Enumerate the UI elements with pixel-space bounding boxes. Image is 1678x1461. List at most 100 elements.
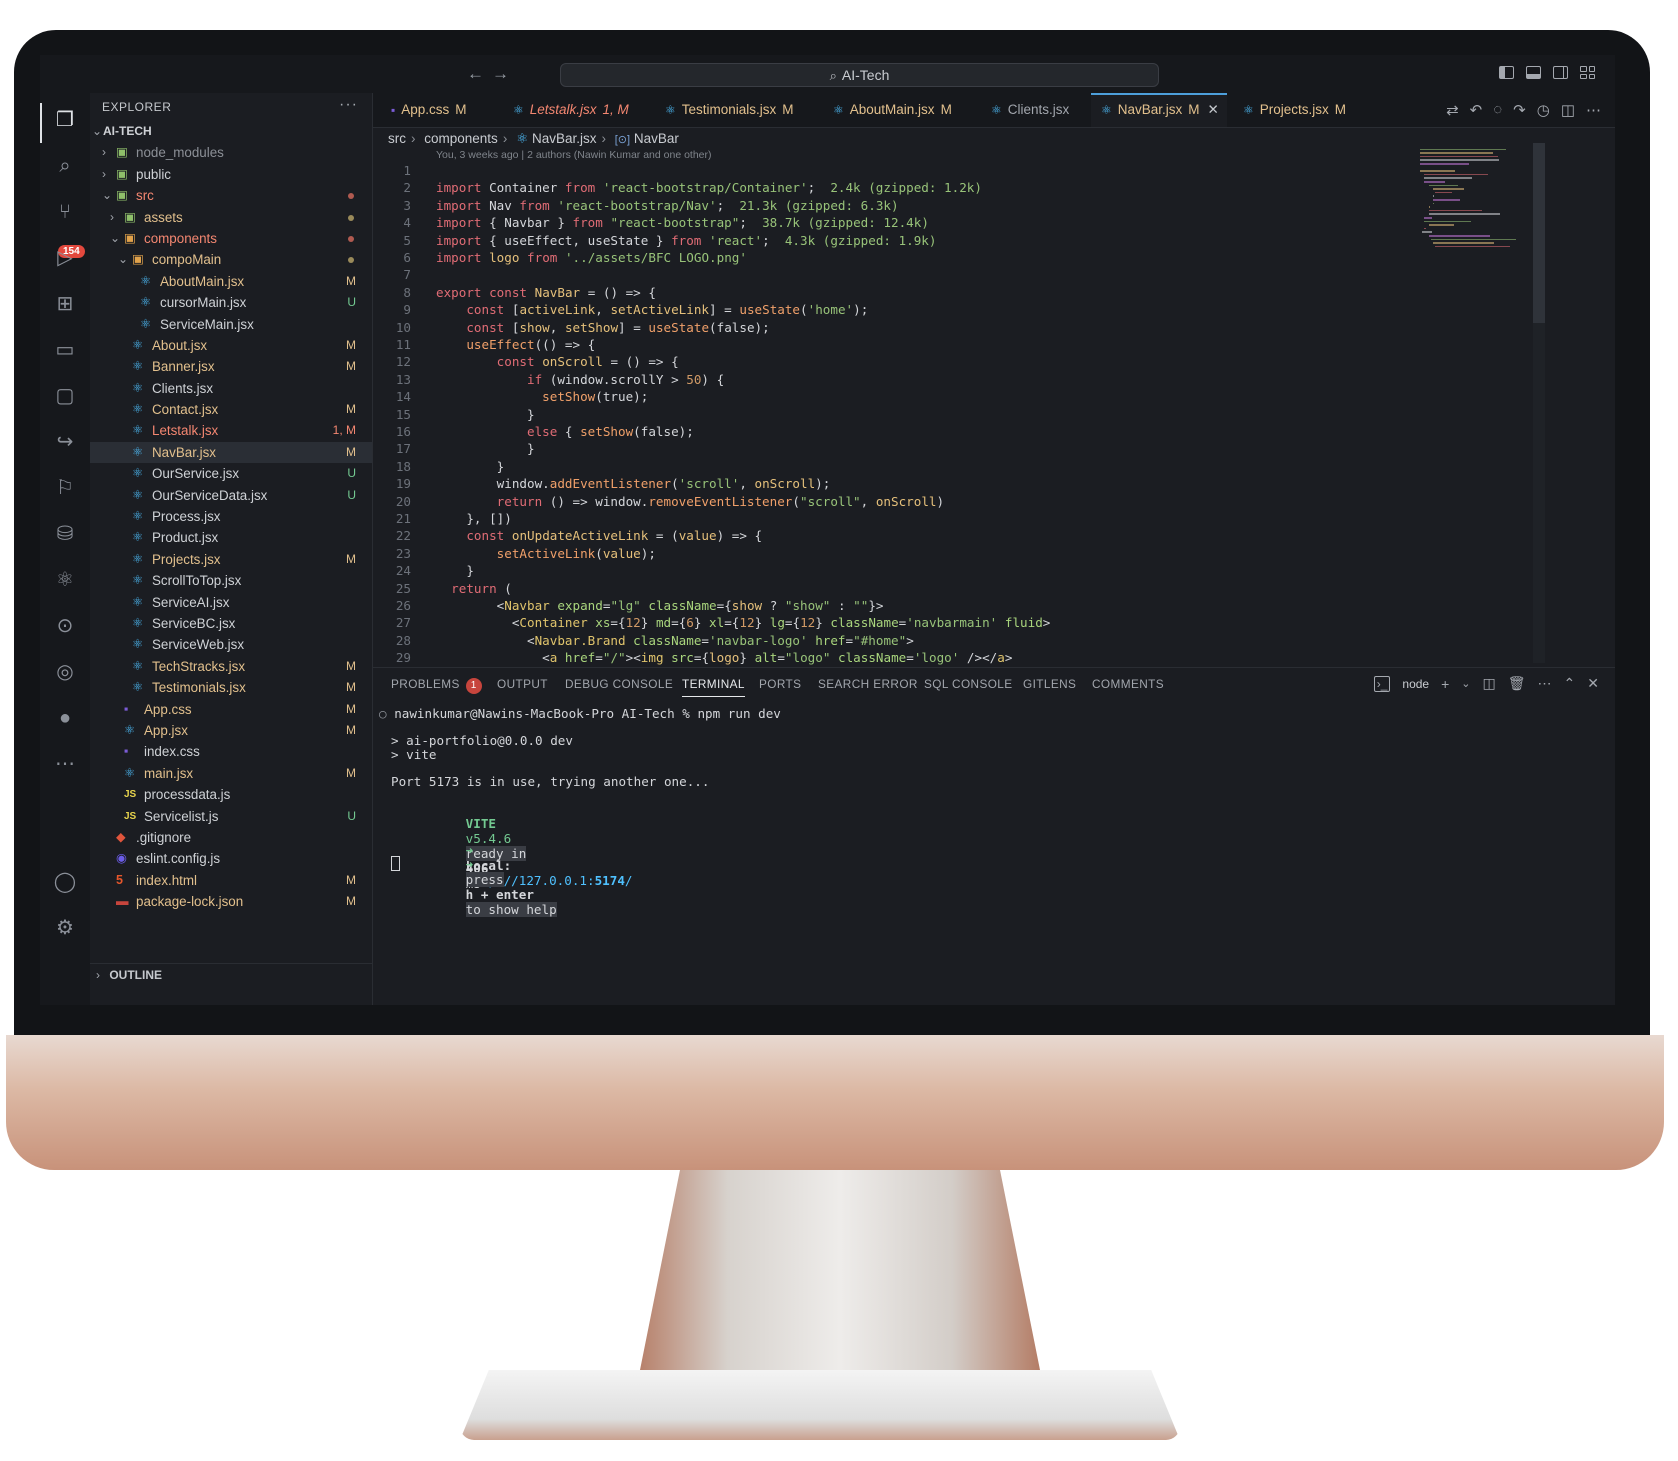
- toggle-panel-icon[interactable]: [1526, 66, 1541, 79]
- file-item[interactable]: ⚛ main.jsx M: [90, 763, 372, 784]
- compare-changes-icon[interactable]: ⇄: [1446, 101, 1459, 119]
- live-share-icon[interactable]: ↪: [52, 429, 78, 455]
- file-item[interactable]: ⚛ ServiceBC.jsx: [90, 613, 372, 634]
- project-root[interactable]: ⌄ AI-TECH: [90, 121, 372, 142]
- file-item[interactable]: ⚛ TechStracks.jsx M: [90, 656, 372, 677]
- editor-scrollbar[interactable]: [1533, 143, 1545, 663]
- file-item[interactable]: JS processdata.js: [90, 784, 372, 805]
- scrollbar-thumb[interactable]: [1533, 143, 1545, 323]
- go-back-icon[interactable]: ↶: [1470, 101, 1483, 119]
- explorer-more-icon[interactable]: ···: [339, 96, 358, 114]
- folder-item[interactable]: › ▣ public: [90, 164, 372, 185]
- file-item[interactable]: ⚛ Clients.jsx: [90, 378, 372, 399]
- editor-tab[interactable]: ⚛ Projects.jsx M: [1233, 93, 1368, 127]
- maximize-panel-icon[interactable]: ⌃: [1564, 675, 1576, 692]
- settings-gear-icon[interactable]: ⚙: [52, 915, 78, 941]
- editor-tab[interactable]: ⚛ Clients.jsx: [981, 93, 1099, 127]
- database-icon[interactable]: ⛁: [52, 521, 78, 547]
- panel-tab[interactable]: SQL CONSOLE: [924, 677, 1013, 691]
- file-item[interactable]: ⚛ Testimonials.jsx M: [90, 677, 372, 698]
- panel-tab[interactable]: PROBLEMS 1: [391, 677, 482, 694]
- customize-layout-icon[interactable]: [1580, 66, 1595, 79]
- file-item[interactable]: ⚛ ServiceAI.jsx: [90, 592, 372, 613]
- files-icon[interactable]: ❐: [52, 107, 78, 133]
- editor-tab[interactable]: ⚛ Testimonials.jsx M: [655, 93, 831, 127]
- editor-tab[interactable]: ⚛ NavBar.jsx M ✕: [1091, 93, 1227, 127]
- file-item[interactable]: ⚛ Process.jsx: [90, 506, 372, 527]
- timeline-icon[interactable]: ◌: [1493, 101, 1502, 119]
- folder-item[interactable]: ⌄ ▣ compoMain: [90, 249, 372, 270]
- file-item[interactable]: ⚛ Banner.jsx M: [90, 356, 372, 377]
- react-icon[interactable]: ⚛: [52, 567, 78, 593]
- close-icon[interactable]: ✕: [1208, 102, 1219, 117]
- toggle-secondary-sidebar-icon[interactable]: [1553, 66, 1568, 79]
- forward-arrow-icon[interactable]: →: [492, 64, 509, 84]
- file-item[interactable]: ⚛ cursorMain.jsx U: [90, 292, 372, 313]
- file-item[interactable]: ⚛ AboutMain.jsx M: [90, 271, 372, 292]
- folder-item[interactable]: › ▣ assets: [90, 207, 372, 228]
- command-center-search[interactable]: ⌕ AI-Tech: [560, 63, 1159, 87]
- panel-tab[interactable]: GITLENS: [1023, 677, 1076, 691]
- file-item[interactable]: JS Servicelist.js U: [90, 806, 372, 827]
- file-item[interactable]: ⚛ Projects.jsx M: [90, 549, 372, 570]
- editor-tab[interactable]: ⚛ Letstalk.jsx 1, M: [503, 93, 663, 127]
- folder-item[interactable]: › ▣ node_modules: [90, 142, 372, 163]
- close-panel-icon[interactable]: ✕: [1587, 675, 1599, 692]
- file-item[interactable]: ▪ App.css M: [90, 699, 372, 720]
- bookmarks-icon[interactable]: ⚐: [52, 475, 78, 501]
- file-item[interactable]: ⚛ Contact.jsx M: [90, 399, 372, 420]
- editor-tab[interactable]: ⚛ AboutMain.jsx M: [823, 93, 989, 127]
- toggle-primary-sidebar-icon[interactable]: [1499, 66, 1514, 79]
- git-history-icon[interactable]: ◷: [1537, 101, 1550, 119]
- file-item[interactable]: ◉ eslint.config.js: [90, 848, 372, 869]
- file-item[interactable]: ⚛ OurService.jsx U: [90, 463, 372, 484]
- panel-tab[interactable]: DEBUG CONSOLE: [565, 677, 673, 691]
- file-item[interactable]: ▪ index.css: [90, 741, 372, 762]
- account-icon[interactable]: ◯: [52, 869, 78, 895]
- breadcrumb-item[interactable]: src: [388, 131, 406, 146]
- file-item[interactable]: 5 index.html M: [90, 870, 372, 891]
- search-icon[interactable]: ⌕: [52, 153, 78, 179]
- file-item[interactable]: ⚛ Letstalk.jsx 1, M: [90, 420, 372, 441]
- gitlens-icon[interactable]: ◎: [52, 659, 78, 685]
- code-editor[interactable]: 1 2 import Container from 'react-bootstrap…: [373, 163, 1418, 665]
- panel-tab[interactable]: OUTPUT: [497, 677, 548, 691]
- more-actions-icon[interactable]: ⋯: [1586, 101, 1601, 119]
- panel-tab[interactable]: PORTS: [759, 677, 801, 691]
- extensions-icon[interactable]: ⊞: [52, 291, 78, 317]
- remote-explorer-icon[interactable]: ▭: [52, 337, 78, 363]
- editor-tab[interactable]: ▪ App.css M: [381, 93, 511, 127]
- outline-section[interactable]: › OUTLINE: [90, 963, 372, 986]
- breadcrumb-item[interactable]: NavBar: [634, 131, 679, 146]
- file-item[interactable]: ◆ .gitignore: [90, 827, 372, 848]
- breadcrumb-item[interactable]: components: [424, 131, 498, 146]
- panel-tab[interactable]: COMMENTS: [1092, 677, 1164, 691]
- file-item[interactable]: ⚛ App.jsx M: [90, 720, 372, 741]
- file-item[interactable]: ⚛ NavBar.jsx M: [90, 441, 372, 464]
- chat-icon[interactable]: ▢: [52, 383, 78, 409]
- codelens-blame[interactable]: You, 3 weeks ago | 2 authors (Nawin Kuma…: [436, 149, 712, 161]
- file-item[interactable]: ▬ package-lock.json M: [90, 891, 372, 912]
- file-item[interactable]: ⚛ ServiceMain.jsx: [90, 314, 372, 335]
- terminal-shell-name[interactable]: node: [1402, 677, 1429, 691]
- trash-icon[interactable]: 🗑: [1508, 675, 1526, 692]
- more-icon[interactable]: ⋯: [52, 751, 78, 777]
- file-item[interactable]: ⚛ ScrollToTop.jsx: [90, 570, 372, 591]
- run-debug-icon[interactable]: ▷: [52, 245, 78, 271]
- folder-item[interactable]: ⌄ ▣ src: [90, 185, 372, 206]
- source-control-icon[interactable]: ⑂: [52, 199, 78, 225]
- folder-item[interactable]: ⌄ ▣ components: [90, 228, 372, 249]
- github-icon[interactable]: ●: [52, 705, 78, 731]
- go-forward-icon[interactable]: ↷: [1513, 101, 1526, 119]
- more-icon[interactable]: ⋯: [1538, 675, 1552, 692]
- split-terminal-icon[interactable]: ◫: [1483, 675, 1496, 692]
- panel-tab[interactable]: TERMINAL: [682, 677, 745, 697]
- panel-tab[interactable]: SEARCH ERROR: [818, 677, 918, 691]
- breadcrumb-item[interactable]: NavBar.jsx: [532, 131, 597, 146]
- split-editor-icon[interactable]: ◫: [1561, 101, 1575, 119]
- file-item[interactable]: ⚛ ServiceWeb.jsx: [90, 634, 372, 655]
- file-item[interactable]: ⚛ About.jsx M: [90, 335, 372, 356]
- file-item[interactable]: ⚛ OurServiceData.jsx U: [90, 485, 372, 506]
- new-terminal-icon[interactable]: +: [1441, 676, 1449, 692]
- git-graph-icon[interactable]: ⊙: [52, 613, 78, 639]
